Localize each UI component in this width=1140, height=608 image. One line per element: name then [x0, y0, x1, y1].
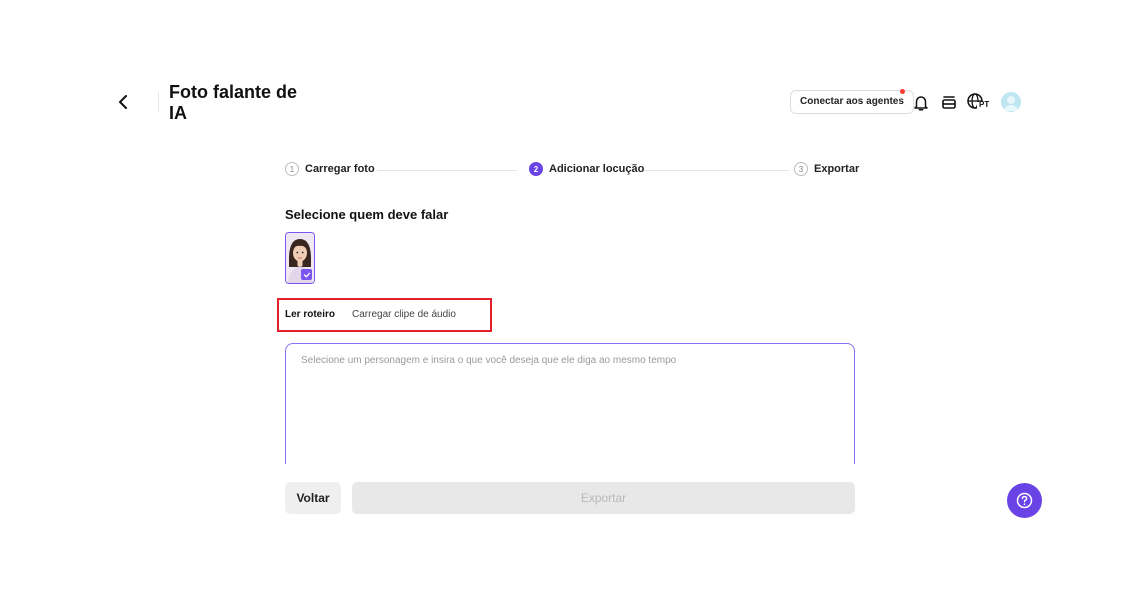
help-icon	[1016, 492, 1033, 509]
language-button[interactable]: PT	[966, 92, 990, 112]
bell-icon	[914, 95, 928, 111]
export-button[interactable]: Exportar	[352, 482, 855, 514]
section-title: Selecione quem deve falar	[285, 207, 449, 222]
connect-agents-button[interactable]: Conectar aos agentes	[790, 90, 914, 114]
script-input[interactable]	[286, 344, 854, 464]
step-label: Exportar	[814, 163, 860, 175]
header-divider	[158, 92, 159, 112]
chevron-left-icon	[119, 95, 127, 109]
avatar[interactable]	[1001, 92, 1021, 112]
step-number: 1	[285, 162, 299, 176]
notification-dot	[900, 89, 905, 94]
progress-stepper: 1 Carregar foto 2 Adicionar locução 3 Ex…	[285, 162, 860, 180]
script-input-container	[285, 343, 855, 464]
help-button[interactable]	[1007, 483, 1042, 518]
back-step-button[interactable]: Voltar	[285, 482, 341, 514]
character-thumbnail[interactable]	[285, 232, 315, 284]
tab-read-script[interactable]: Ler roteiro	[285, 309, 335, 320]
step-label: Adicionar locução	[549, 163, 645, 175]
selected-check-icon	[301, 269, 312, 280]
tab-upload-audio-clip[interactable]: Carregar clipe de áudio	[352, 309, 456, 320]
step-connector	[643, 170, 789, 171]
step-number: 2	[529, 162, 543, 176]
step-add-voiceover: 2 Adicionar locução	[529, 162, 645, 176]
step-number: 3	[794, 162, 808, 176]
step-label: Carregar foto	[305, 163, 375, 175]
language-code: PT	[979, 100, 990, 109]
page-title: Foto falante de IA	[169, 82, 298, 123]
step-upload-photo: 1 Carregar foto	[285, 162, 375, 176]
back-button[interactable]	[112, 90, 136, 114]
notifications-button[interactable]	[911, 92, 931, 112]
coins-icon	[942, 96, 956, 109]
step-connector	[377, 170, 517, 171]
credits-button[interactable]	[939, 92, 959, 112]
user-avatar-icon	[1004, 96, 1018, 111]
step-export: 3 Exportar	[794, 162, 860, 176]
